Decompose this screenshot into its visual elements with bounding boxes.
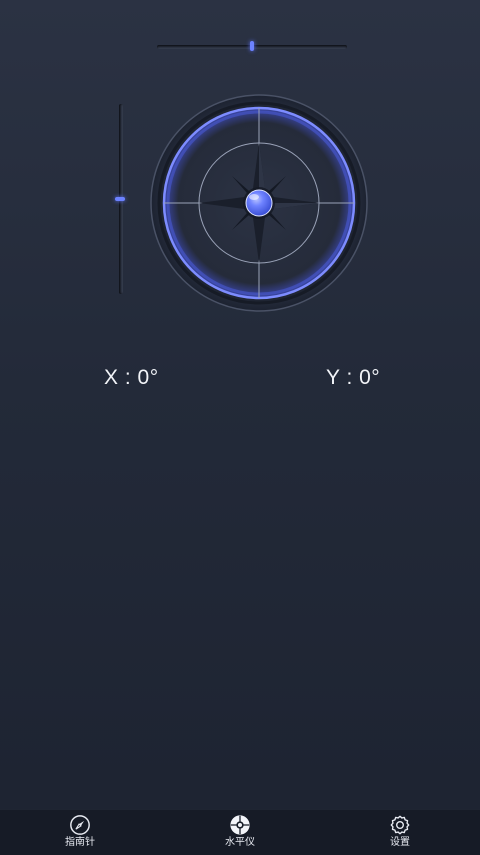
vertical-level-track (115, 104, 125, 294)
nav-item-label: 水平仪 (225, 837, 255, 848)
nav-item-label: 指南针 (65, 837, 95, 848)
nav-item-compass[interactable]: 指南针 (0, 810, 160, 855)
nav-item-settings[interactable]: 设置 (320, 810, 480, 855)
nav-item-level[interactable]: 水平仪 (160, 810, 320, 855)
level-bubble (245, 189, 273, 217)
nav-item-label: 设置 (390, 837, 410, 848)
level-icon (230, 815, 250, 835)
vertical-level-bubble (115, 197, 125, 201)
horizontal-level-track (157, 41, 347, 51)
horizontal-level-bubble (250, 41, 254, 51)
level-screen: X : 0° Y : 0° 指南针 水平仪 设置 (0, 0, 480, 855)
bubble-level-dial (150, 94, 368, 312)
bottom-navigation: 指南针 水平仪 设置 (0, 809, 480, 855)
y-angle-readout: Y : 0° (326, 366, 381, 389)
compass-icon (70, 815, 90, 835)
x-angle-readout: X : 0° (104, 366, 159, 389)
gear-icon (390, 815, 410, 835)
